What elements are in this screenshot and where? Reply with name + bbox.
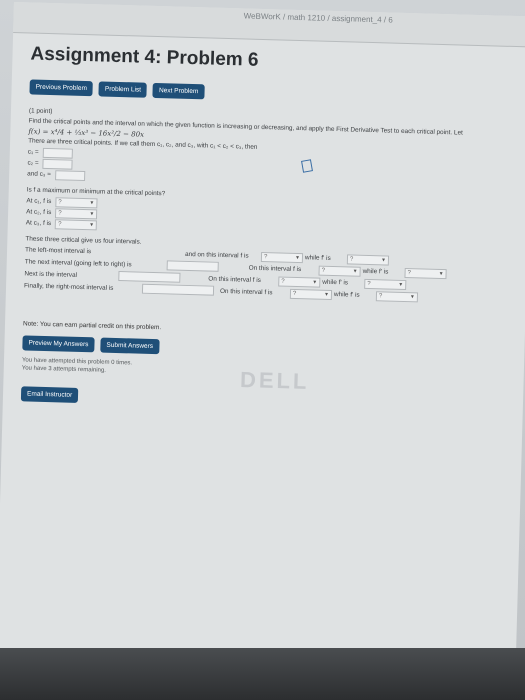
while-label-1: while f' is	[304, 254, 331, 262]
finally-label: Finally, the right-most interval is	[23, 282, 114, 292]
photo-frame: WeBWorK / math 1210 / assignment_4 / 6 A…	[0, 0, 525, 700]
at-c2-label: At c₂, f is	[26, 207, 52, 216]
top-bar: WeBWorK / math 1210 / assignment_4 / 6	[13, 2, 525, 48]
problem-body: (1 point) Find the critical points and t…	[24, 106, 509, 305]
next-is-label: Next is the interval	[24, 270, 78, 279]
interval-1-fprime-select[interactable]: ? ▼	[346, 254, 390, 266]
interval-2-f-select[interactable]: ? ▼	[318, 265, 361, 277]
chevron-down-icon: ▼	[89, 221, 95, 228]
on-interval-label-2: On this interval f is	[248, 264, 302, 274]
monitor-bezel	[0, 648, 525, 700]
mouse-cursor-icon	[301, 159, 313, 173]
email-instructor-button[interactable]: Email Instructor	[20, 386, 79, 403]
next-problem-button[interactable]: Next Problem	[152, 82, 205, 100]
on-interval-label-3: On this interval f is	[208, 275, 261, 285]
at-c2-select[interactable]: ? ▼	[55, 207, 98, 219]
interval-4-fprime-select[interactable]: ? ▼	[375, 291, 419, 303]
c2-label: c₂ =	[27, 158, 39, 167]
at-c3-label: At c₃, f is	[25, 218, 52, 227]
interval-3-input[interactable]	[118, 271, 181, 283]
chevron-down-icon: ▼	[89, 199, 95, 206]
c1-input[interactable]	[42, 147, 73, 159]
interval-4-input[interactable]	[141, 283, 215, 296]
previous-problem-button[interactable]: Previous Problem	[29, 79, 94, 97]
left-interval-label: The left-most interval is	[24, 246, 92, 256]
preview-answers-button[interactable]: Preview My Answers	[22, 335, 95, 353]
interval-1-f-select[interactable]: ? ▼	[260, 251, 304, 264]
while-label-4: while f' is	[333, 291, 360, 299]
interval-4-f-select[interactable]: ? ▼	[289, 288, 333, 300]
chevron-down-icon: ▼	[89, 210, 95, 217]
interval-2-input[interactable]	[166, 260, 219, 272]
dell-logo: DELL	[239, 367, 310, 394]
at-c1-select[interactable]: ? ▼	[55, 196, 98, 208]
submit-answers-button[interactable]: Submit Answers	[100, 337, 160, 355]
on-interval-label-1: and on this interval f is	[184, 250, 249, 260]
c3-input[interactable]	[54, 169, 86, 181]
c1-label: c₁ =	[27, 147, 39, 156]
at-c3-select[interactable]: ? ▼	[55, 218, 98, 230]
at-c1-label: At c₁, f is	[26, 196, 52, 205]
on-interval-label-4: On this interval f is	[219, 287, 273, 297]
interval-3-f-select[interactable]: ? ▼	[278, 276, 321, 288]
interval-2-fprime-select[interactable]: ? ▼	[404, 268, 447, 280]
while-label-2: while f' is	[362, 267, 389, 276]
main-content: Assignment 4: Problem 6 Previous Problem…	[3, 43, 525, 415]
problem-list-button[interactable]: Problem List	[98, 81, 148, 98]
problem-nav: Previous Problem Problem List Next Probl…	[29, 79, 525, 108]
while-label-3: while f' is	[322, 278, 349, 287]
c3-label: and c₃ =	[27, 169, 52, 178]
c2-input[interactable]	[42, 158, 73, 170]
page-title: Assignment 4: Problem 6	[30, 43, 259, 71]
interval-3-fprime-select[interactable]: ? ▼	[364, 278, 407, 291]
webwork-page: WeBWorK / math 1210 / assignment_4 / 6 A…	[0, 2, 525, 700]
breadcrumb: WeBWorK / math 1210 / assignment_4 / 6	[243, 11, 393, 25]
